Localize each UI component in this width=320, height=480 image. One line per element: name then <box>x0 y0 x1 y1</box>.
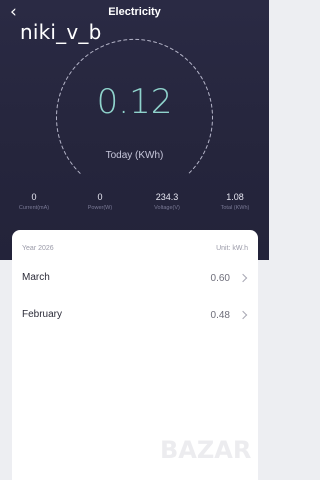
energy-summary-panel: ‹ Electricity niki_v_b 0.12 Today (KWh) … <box>0 0 269 260</box>
bazar-logo: BAZAR <box>160 436 252 464</box>
stats-row: 0 Current(mA) 0 Power(W) 234.3 Voltage(V… <box>0 192 269 216</box>
year-label: Year 2026 <box>22 245 54 252</box>
stat-label: Voltage(V) <box>154 205 180 211</box>
month-name: March <box>22 272 50 283</box>
card-header: Year 2026 Unit: kW.h <box>22 245 248 252</box>
stat-power: 0 Power(W) <box>67 192 133 211</box>
stat-label: Power(W) <box>87 205 113 211</box>
stat-label: Current(mA) <box>18 205 50 211</box>
stat-voltage: 234.3 Voltage(V) <box>134 192 200 211</box>
unit-label: Unit: kW.h <box>216 245 248 252</box>
month-value: 0.48 <box>210 310 230 321</box>
stat-total: 1.08 Total (KWh) <box>202 192 268 211</box>
month-row-march[interactable]: March 0.60 <box>22 272 248 290</box>
stat-value: 0 <box>31 192 37 202</box>
chevron-right-icon <box>238 310 248 320</box>
month-row-february[interactable]: February 0.48 <box>22 309 248 327</box>
watermark-text: niki_v_b <box>20 20 102 44</box>
stat-value: 0 <box>97 192 103 202</box>
stat-value: 234.3 <box>155 192 179 202</box>
stat-label: Total (KWh) <box>220 205 250 211</box>
today-energy-label: Today (KWh) <box>105 150 164 161</box>
month-name: February <box>22 309 63 320</box>
month-value: 0.60 <box>210 273 230 284</box>
today-energy-value: 0.12 <box>96 82 173 122</box>
chevron-right-icon <box>238 273 248 283</box>
stat-current: 0 Current(mA) <box>1 192 67 211</box>
stat-value: 1.08 <box>226 192 244 202</box>
